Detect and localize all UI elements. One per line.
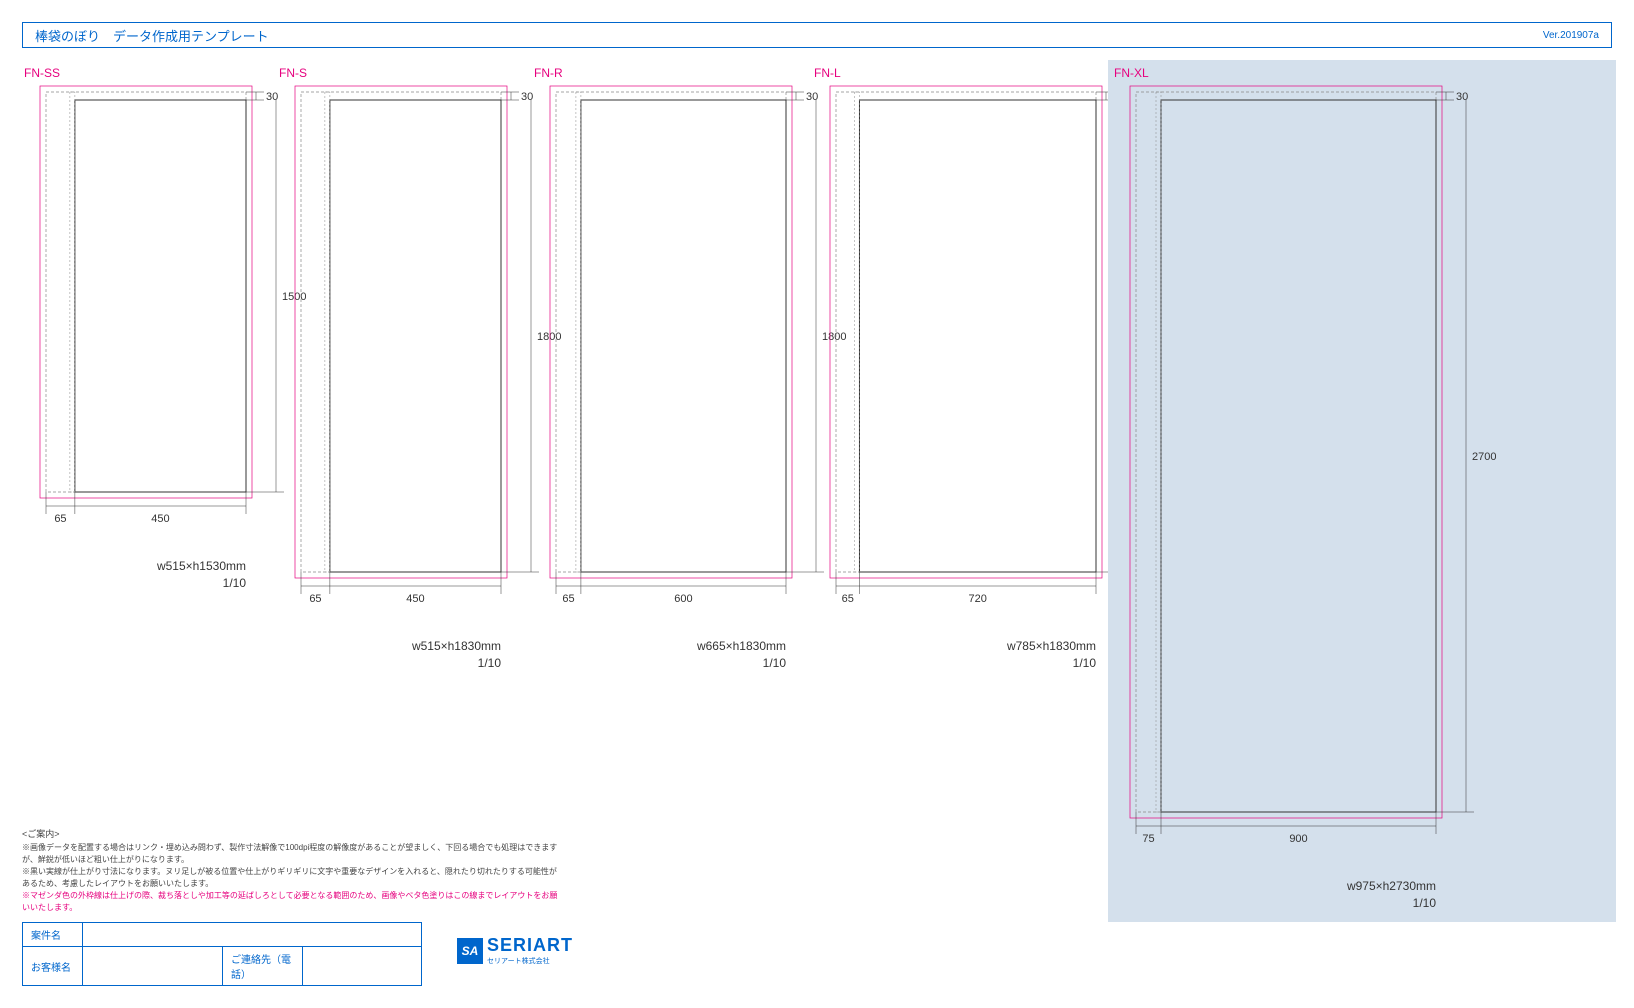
logo-mark-icon: SA	[457, 938, 483, 964]
svg-text:75: 75	[1142, 833, 1154, 845]
form-field-name-value[interactable]	[83, 923, 422, 947]
version-label: Ver.201907a	[1543, 30, 1599, 41]
svg-text:65: 65	[562, 593, 574, 605]
footer: <ご案内> ※画像データを配置する場合はリンク・埋め込み問わず、製作寸法解像で1…	[22, 827, 562, 986]
template-summary: w665×h1830mm1/10	[532, 638, 786, 672]
template-diagram: 30 1800 65 450	[277, 84, 561, 632]
svg-text:450: 450	[406, 593, 424, 605]
form-field-customer-label: お客様名	[23, 947, 83, 986]
template-summary: w515×h1530mm1/10	[22, 558, 246, 592]
form-field-contact-label: ご連絡先（電話）	[223, 947, 303, 986]
title-bar: 棒袋のぼり データ作成用テンプレート Ver.201907a	[22, 22, 1612, 48]
svg-text:30: 30	[1456, 91, 1468, 103]
template-FN-SS: FN-SS 30 1500 65 450 w515×h1530mm1/10	[18, 60, 273, 922]
logo: SA SERIART セリアート株式会社	[457, 935, 573, 966]
svg-text:2700: 2700	[1472, 451, 1496, 463]
info-table: 案件名 お客様名 ご連絡先（電話）	[22, 922, 422, 986]
template-summary: w975×h2730mm1/10	[1112, 878, 1436, 912]
svg-text:65: 65	[309, 593, 321, 605]
svg-text:65: 65	[54, 513, 66, 525]
template-FN-S: FN-S 30 1800 65 450 w515×h1830mm1/10	[273, 60, 528, 922]
template-label: FN-L	[814, 66, 1108, 80]
template-diagram: 30 1800 65 720	[812, 84, 1156, 632]
svg-text:600: 600	[674, 593, 692, 605]
note-line-3: ※マゼンダ色の外枠線は仕上げの際、裁ち落としや加工等の延ばしろとして必要となる範…	[22, 890, 562, 914]
page-title: 棒袋のぼり データ作成用テンプレート	[35, 26, 269, 45]
logo-text: SERIART	[487, 935, 573, 955]
template-label: FN-R	[534, 66, 808, 80]
logo-subtitle: セリアート株式会社	[487, 956, 573, 966]
svg-text:720: 720	[969, 593, 987, 605]
form-field-contact-value[interactable]	[303, 947, 422, 986]
template-label: FN-S	[279, 66, 528, 80]
template-summary: w515×h1830mm1/10	[277, 638, 501, 672]
template-diagram: 30 1800 65 600	[532, 84, 846, 632]
svg-text:450: 450	[151, 513, 169, 525]
note-line-2: ※黒い実線が仕上がり寸法になります。ヌリ足しが被る位置や仕上がりギリギリに文字や…	[22, 866, 562, 890]
svg-text:65: 65	[842, 593, 854, 605]
templates-container: FN-SS 30 1500 65 450 w515×h1530mm1/10FN-…	[18, 60, 1616, 922]
template-FN-L: FN-L 30 1800 65 720 w785×h1830mm1/10	[808, 60, 1108, 922]
svg-text:900: 900	[1289, 833, 1307, 845]
note-line-1: ※画像データを配置する場合はリンク・埋め込み問わず、製作寸法解像で100dpi程…	[22, 842, 562, 866]
form-field-name-label: 案件名	[23, 923, 83, 947]
template-diagram: 30 2700 75 900	[1112, 84, 1496, 872]
template-label: FN-XL	[1114, 66, 1616, 80]
form-field-customer-value[interactable]	[83, 947, 223, 986]
template-diagram: 30 1500 65 450	[22, 84, 306, 552]
template-FN-XL: FN-XL 30 2700 75 900 w975×h2730mm1/10	[1108, 60, 1616, 922]
template-FN-R: FN-R 30 1800 65 600 w665×h1830mm1/10	[528, 60, 808, 922]
template-label: FN-SS	[24, 66, 273, 80]
template-summary: w785×h1830mm1/10	[812, 638, 1096, 672]
notes-title: <ご案内>	[22, 827, 562, 840]
